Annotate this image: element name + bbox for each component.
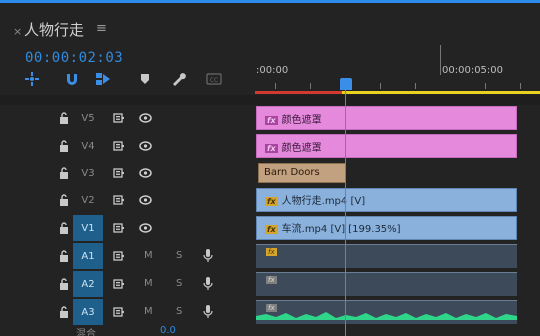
ruler-major-tick — [440, 45, 441, 75]
panel-menu-button[interactable]: ≡ — [96, 21, 107, 36]
sync-lock-icon[interactable] — [113, 307, 125, 317]
ruler-end-label: 00:00:05:00 — [442, 65, 504, 76]
clip-label: 颜色遮罩 — [281, 115, 322, 126]
microphone-icon[interactable] — [203, 305, 213, 319]
solo-button[interactable]: S — [176, 250, 182, 261]
track-header-a3: A3 M S — [0, 299, 255, 325]
captions-icon[interactable]: CC — [206, 71, 222, 87]
eye-icon[interactable] — [139, 223, 152, 233]
eye-icon[interactable] — [139, 195, 152, 205]
solo-button[interactable]: S — [176, 306, 182, 317]
clip-audio-a1[interactable]: fx — [256, 244, 517, 268]
track-name-a2[interactable]: A2 — [73, 271, 103, 297]
render-bar-yellow — [342, 91, 540, 94]
svg-text:CC: CC — [210, 77, 218, 84]
clip-traffic-v1[interactable]: fx 车流.mp4 [V] [199.35%] — [256, 216, 517, 240]
track-header-a2: A2 M S — [0, 271, 255, 297]
add-marker-icon[interactable] — [137, 71, 153, 87]
lock-icon[interactable] — [59, 222, 69, 234]
clip-audio-a2[interactable]: fx — [256, 272, 517, 296]
fx-badge: fx — [265, 144, 278, 153]
mute-button[interactable]: M — [144, 278, 153, 289]
timeline-panel: × 人物行走 ≡ 00:00:02:03 CC :00:00 00:00:05:… — [0, 3, 540, 336]
track-header-v5: V5 — [0, 105, 255, 131]
track-name-a3[interactable]: A3 — [73, 299, 103, 325]
lock-icon[interactable] — [59, 306, 69, 318]
track-header-mix: 混合 0.0 — [0, 325, 255, 336]
ruler-tick — [485, 83, 486, 89]
track-header-v4: V4 — [0, 133, 255, 159]
mix-value[interactable]: 0.0 — [160, 325, 176, 336]
sync-lock-icon[interactable] — [113, 195, 125, 205]
audio-waveform — [256, 312, 517, 320]
track-name-v4[interactable]: V4 — [73, 133, 103, 159]
time-ruler[interactable]: :00:00 00:00:05:00 — [255, 45, 540, 95]
ruler-tick — [520, 83, 521, 89]
track-header-v1: V1 — [0, 215, 255, 241]
fx-badge: fx — [266, 276, 277, 284]
sync-lock-icon[interactable] — [113, 113, 125, 123]
nest-sequence-icon[interactable] — [24, 71, 40, 87]
ruler-tick — [310, 83, 311, 89]
timeline-settings-wrench-icon[interactable] — [171, 71, 187, 87]
snap-magnet-icon[interactable] — [64, 71, 80, 87]
sync-lock-icon[interactable] — [113, 168, 125, 178]
clip-label: Barn Doors — [264, 167, 320, 178]
fx-badge: fx — [265, 197, 278, 206]
ruler-tick — [380, 83, 381, 89]
microphone-icon[interactable] — [203, 277, 213, 291]
track-header-v3: V3 — [0, 161, 255, 185]
clip-label: 颜色遮罩 — [281, 143, 322, 154]
render-bar-red — [255, 91, 342, 94]
lock-icon[interactable] — [59, 140, 69, 152]
fx-badge: fx — [265, 116, 278, 125]
ruler-tick — [275, 83, 276, 89]
mute-button[interactable]: M — [144, 306, 153, 317]
close-tab-button[interactable]: × — [13, 25, 22, 38]
sync-lock-icon[interactable] — [113, 141, 125, 151]
track-name-v3[interactable]: V3 — [73, 161, 103, 185]
lock-icon[interactable] — [59, 167, 69, 179]
sync-lock-icon[interactable] — [113, 251, 125, 261]
track-name-a1[interactable]: A1 — [73, 243, 103, 269]
sequence-tab-title[interactable]: 人物行走 — [24, 19, 84, 40]
fx-badge: fx — [265, 225, 278, 234]
track-header-divider — [0, 95, 540, 105]
ruler-tick — [415, 83, 416, 89]
sync-lock-icon[interactable] — [113, 223, 125, 233]
track-name-v1[interactable]: V1 — [73, 215, 103, 241]
playhead-handle[interactable] — [340, 78, 352, 90]
mix-label: 混合 — [76, 329, 96, 336]
track-header-a1: A1 M S — [0, 243, 255, 269]
eye-icon[interactable] — [139, 113, 152, 123]
clip-color-matte-v5[interactable]: fx 颜色遮罩 — [256, 106, 517, 130]
playhead-timecode[interactable]: 00:00:02:03 — [25, 50, 123, 66]
panel-tab-bar: × 人物行走 ≡ — [0, 3, 540, 45]
track-name-v2[interactable]: V2 — [73, 187, 103, 213]
clip-barn-doors-transition[interactable]: Barn Doors — [258, 163, 346, 183]
ruler-start-label: :00:00 — [256, 65, 289, 76]
solo-button[interactable]: S — [176, 278, 182, 289]
eye-icon[interactable] — [139, 168, 152, 178]
clip-person-walk-v2[interactable]: fx 人物行走.mp4 [V] — [256, 188, 517, 212]
linked-selection-icon[interactable] — [95, 71, 111, 87]
sync-lock-icon[interactable] — [113, 279, 125, 289]
track-name-v5[interactable]: V5 — [73, 105, 103, 131]
playhead-line — [345, 83, 346, 336]
fx-badge: fx — [266, 248, 277, 256]
eye-icon[interactable] — [139, 141, 152, 151]
lock-icon[interactable] — [59, 278, 69, 290]
clip-audio-a3[interactable]: fx — [256, 300, 517, 324]
track-header-v2: V2 — [0, 187, 255, 213]
clip-color-matte-v4[interactable]: fx 颜色遮罩 — [256, 134, 517, 158]
lock-icon[interactable] — [59, 112, 69, 124]
clip-label: 人物行走.mp4 [V] — [281, 196, 366, 207]
mute-button[interactable]: M — [144, 250, 153, 261]
lock-icon[interactable] — [59, 250, 69, 262]
microphone-icon[interactable] — [203, 249, 213, 263]
clip-label: 车流.mp4 [V] [199.35%] — [281, 224, 401, 235]
lock-icon[interactable] — [59, 194, 69, 206]
